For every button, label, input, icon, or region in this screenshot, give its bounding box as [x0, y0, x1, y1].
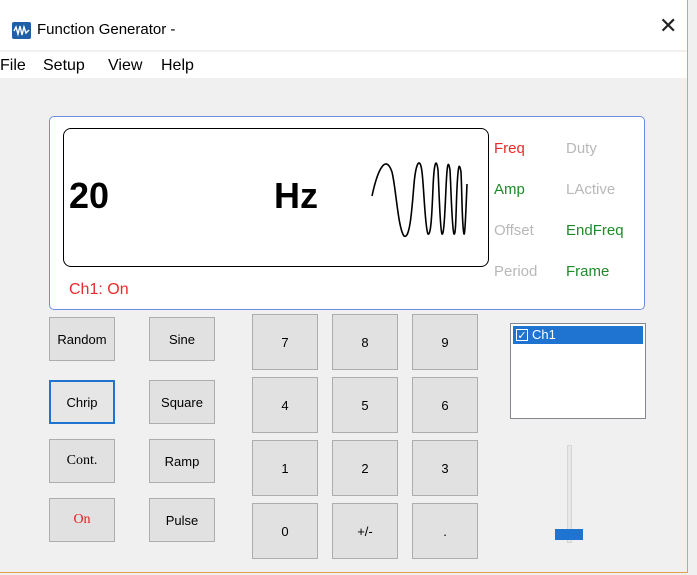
- function-generator-window: Function Generator - ✕ File Setup View H…: [0, 0, 688, 573]
- pulse-button[interactable]: Pulse: [149, 498, 215, 542]
- key-8[interactable]: 8: [332, 314, 398, 370]
- sine-button[interactable]: Sine: [149, 317, 215, 361]
- menu-setup[interactable]: Setup: [43, 57, 85, 75]
- key-2[interactable]: 2: [332, 440, 398, 496]
- key-5[interactable]: 5: [332, 377, 398, 433]
- app-waveform-icon: [12, 22, 31, 39]
- menu-help[interactable]: Help: [161, 57, 194, 75]
- key-9[interactable]: 9: [412, 314, 478, 370]
- amplitude-slider-thumb[interactable]: [555, 529, 583, 540]
- channel-item-ch1[interactable]: ✓ Ch1: [513, 326, 643, 344]
- display-value: 20: [69, 175, 110, 216]
- param-duty[interactable]: Duty: [566, 140, 597, 157]
- param-period[interactable]: Period: [494, 263, 537, 280]
- key-0[interactable]: 0: [252, 503, 318, 559]
- param-lactive[interactable]: LActive: [566, 181, 615, 198]
- key-1[interactable]: 1: [252, 440, 318, 496]
- display-unit: Hz: [274, 175, 318, 216]
- param-frame[interactable]: Frame: [566, 263, 609, 280]
- key-7[interactable]: 7: [252, 314, 318, 370]
- close-icon[interactable]: ✕: [659, 16, 677, 38]
- ramp-button[interactable]: Ramp: [149, 439, 215, 483]
- chirp-wave-icon: [371, 162, 468, 237]
- channel-status: Ch1: On: [69, 281, 129, 298]
- param-endfreq[interactable]: EndFreq: [566, 222, 624, 239]
- window-title: Function Generator -: [37, 21, 176, 38]
- key-4[interactable]: 4: [252, 377, 318, 433]
- menu-view[interactable]: View: [108, 57, 142, 75]
- key-plus-minus[interactable]: +/-: [332, 503, 398, 559]
- chirp-button[interactable]: Chrip: [49, 380, 115, 424]
- square-button[interactable]: Square: [149, 380, 215, 424]
- channel-checkbox[interactable]: ✓: [516, 329, 528, 341]
- param-offset[interactable]: Offset: [494, 222, 534, 239]
- channel-label: Ch1: [532, 327, 556, 342]
- param-freq[interactable]: Freq: [494, 140, 525, 157]
- continuous-button[interactable]: Cont.: [49, 439, 115, 483]
- on-button[interactable]: On: [49, 498, 115, 542]
- key-3[interactable]: 3: [412, 440, 478, 496]
- key-decimal[interactable]: .: [412, 503, 478, 559]
- menu-file[interactable]: File: [0, 57, 26, 75]
- key-6[interactable]: 6: [412, 377, 478, 433]
- title-bar: Function Generator - ✕: [0, 0, 687, 50]
- param-amp[interactable]: Amp: [494, 181, 525, 198]
- channel-list[interactable]: ✓ Ch1: [510, 323, 646, 419]
- random-button[interactable]: Random: [49, 317, 115, 361]
- menu-bar: File Setup View Help: [0, 52, 687, 78]
